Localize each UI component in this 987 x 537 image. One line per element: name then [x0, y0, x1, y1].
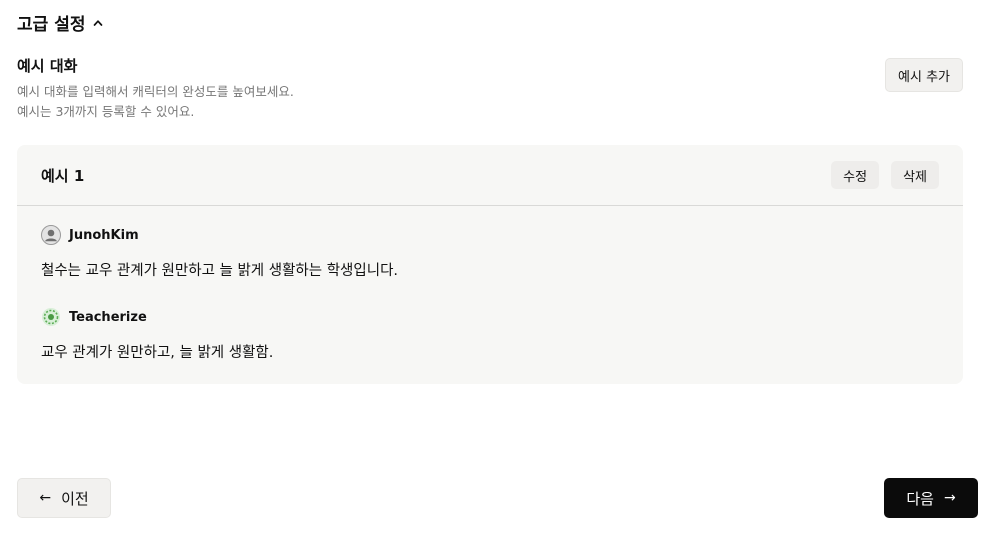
previous-button[interactable]: ← 이전	[17, 478, 111, 518]
next-button[interactable]: 다음 →	[884, 478, 978, 518]
edit-button[interactable]: 수정	[831, 161, 880, 189]
previous-label: 이전	[61, 489, 89, 508]
example-card-header: 예시 1 수정 삭제	[17, 145, 963, 206]
message-author-name: Teacherize	[69, 309, 147, 325]
add-example-button[interactable]: 예시 추가	[885, 58, 963, 92]
examples-desc-line1: 예시 대화를 입력해서 캐릭터의 완성도를 높여보세요.	[17, 84, 294, 99]
examples-header: 예시 대화 예시 대화를 입력해서 캐릭터의 완성도를 높여보세요. 예시는 3…	[17, 55, 963, 122]
arrow-left-icon: ←	[39, 490, 52, 506]
next-label: 다음	[906, 489, 934, 508]
example-card-title: 예시 1	[41, 166, 85, 185]
example-card-actions: 수정 삭제	[831, 161, 939, 189]
examples-heading: 예시 대화	[17, 57, 78, 75]
message-author: Teacherize	[41, 307, 273, 327]
advanced-settings-title: 고급 설정	[17, 15, 86, 35]
delete-button[interactable]: 삭제	[891, 161, 939, 189]
example-message: JunohKim 철수는 교우 관계가 원만하고 늘 밝게 생활하는 학생입니다…	[41, 225, 398, 280]
examples-description: 예시 대화를 입력해서 캐릭터의 완성도를 높여보세요. 예시는 3개까지 등록…	[17, 82, 963, 122]
teacherize-logo-icon	[42, 308, 60, 326]
advanced-settings-toggle[interactable]: 고급 설정	[17, 10, 103, 35]
examples-desc-line2: 예시는 3개까지 등록할 수 있어요.	[17, 104, 195, 119]
message-author-name: JunohKim	[69, 227, 139, 243]
example-card: 예시 1 수정 삭제 JunohKim 철수는 교우 관계가 원만하고 늘 밝게…	[17, 145, 963, 384]
arrow-right-icon: →	[943, 490, 956, 506]
chevron-up-icon	[94, 19, 103, 26]
message-text: 철수는 교우 관계가 원만하고 늘 밝게 생활하는 학생입니다.	[41, 263, 399, 279]
example-message: Teacherize 교우 관계가 원만하고, 늘 밝게 생활함.	[41, 307, 273, 362]
user-avatar-icon	[41, 225, 61, 245]
message-text: 교우 관계가 원만하고, 늘 밝게 생활함.	[41, 345, 274, 361]
message-author: JunohKim	[41, 225, 398, 245]
